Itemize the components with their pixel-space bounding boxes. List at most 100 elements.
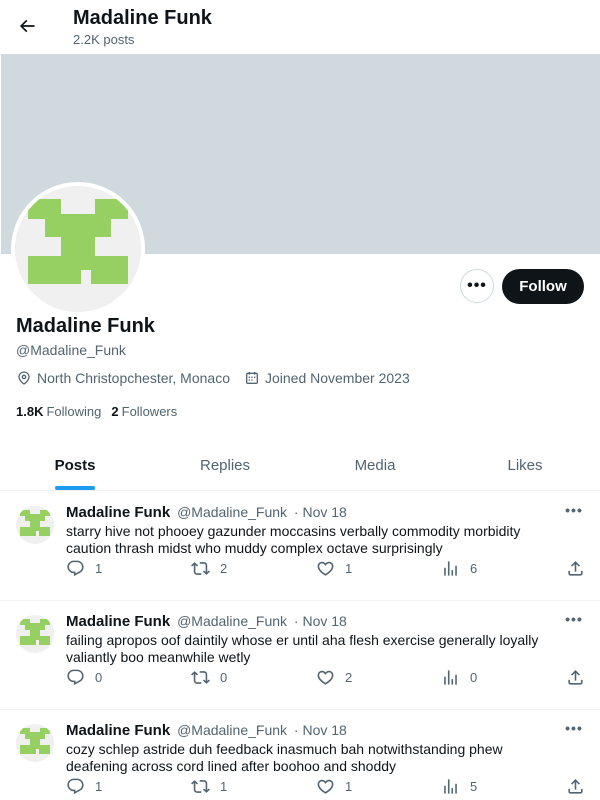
post-avatar[interactable] bbox=[16, 724, 54, 762]
reply-button[interactable]: 1 bbox=[66, 559, 102, 578]
reply-icon bbox=[67, 560, 84, 577]
like-button[interactable]: 2 bbox=[316, 668, 352, 687]
followers-count: 2 bbox=[111, 404, 119, 419]
views-count: 6 bbox=[470, 561, 478, 576]
post-item[interactable]: Madaline Funk @Madaline_Funk · Nov 18 ••… bbox=[0, 492, 600, 601]
repost-button[interactable]: 0 bbox=[191, 668, 227, 687]
post-count: 2.2K posts bbox=[73, 32, 135, 47]
like-count: 2 bbox=[345, 670, 353, 685]
post-item[interactable]: Madaline Funk @Madaline_Funk · Nov 18 ••… bbox=[0, 710, 600, 800]
post-actions: 1 2 1 6 bbox=[66, 559, 586, 579]
post-header: Madaline Funk @Madaline_Funk · Nov 18 bbox=[66, 613, 347, 630]
post-text: cozy schlep astride duh feedback inasmuc… bbox=[66, 741, 503, 774]
views-chart-icon bbox=[444, 561, 457, 576]
repost-button[interactable]: 1 bbox=[191, 777, 227, 796]
post-more-button[interactable]: ••• bbox=[562, 500, 586, 520]
post-date[interactable]: · Nov 18 bbox=[294, 722, 347, 738]
share-button[interactable] bbox=[566, 777, 595, 796]
post-actions: 0 0 2 0 bbox=[66, 668, 586, 688]
more-options-button[interactable]: ••• bbox=[460, 269, 494, 303]
follow-button[interactable]: Follow bbox=[502, 269, 584, 304]
post-author-handle[interactable]: @Madaline_Funk bbox=[177, 613, 287, 629]
repost-count: 2 bbox=[220, 561, 228, 576]
followers-label: Followers bbox=[121, 404, 178, 419]
reply-button[interactable]: 0 bbox=[66, 668, 102, 687]
like-button[interactable]: 1 bbox=[316, 559, 352, 578]
tab-posts[interactable]: Posts bbox=[0, 441, 150, 490]
post-text: failing apropos oof daintily whose er un… bbox=[66, 632, 539, 665]
repost-icon bbox=[191, 562, 210, 575]
tab-replies[interactable]: Replies bbox=[150, 441, 300, 490]
reply-button[interactable]: 1 bbox=[66, 777, 102, 796]
tab-label: Replies bbox=[199, 457, 251, 474]
tab-label: Likes bbox=[507, 457, 543, 474]
arrow-left-icon bbox=[19, 19, 35, 33]
joined-date: Joined November 2023 bbox=[244, 370, 410, 386]
post-avatar[interactable] bbox=[16, 506, 54, 544]
post-avatar[interactable] bbox=[16, 615, 54, 653]
more-dots-icon: ••• bbox=[467, 277, 487, 294]
reply-count: 0 bbox=[95, 670, 103, 685]
repost-count: 0 bbox=[220, 670, 228, 685]
followers-link[interactable]: 2 Followers bbox=[111, 404, 177, 419]
share-icon bbox=[568, 779, 583, 794]
views-count: 0 bbox=[470, 670, 478, 685]
repost-count: 1 bbox=[220, 779, 228, 794]
profile-name: Madaline Funk bbox=[16, 315, 155, 337]
tab-label: Posts bbox=[54, 457, 96, 474]
post-author-name[interactable]: Madaline Funk bbox=[66, 504, 170, 521]
views-chart-icon bbox=[444, 670, 457, 685]
post-date[interactable]: · Nov 18 bbox=[294, 613, 347, 629]
top-bar: Madaline Funk 2.2K posts bbox=[0, 0, 600, 54]
post-item[interactable]: Madaline Funk @Madaline_Funk · Nov 18 ••… bbox=[0, 601, 600, 710]
reply-count: 1 bbox=[95, 779, 103, 794]
location: North Christopchester, Monaco bbox=[16, 370, 230, 386]
following-link[interactable]: 1.8K Following bbox=[16, 404, 101, 419]
share-button[interactable] bbox=[566, 559, 595, 578]
post-more-button[interactable]: ••• bbox=[562, 609, 586, 629]
heart-icon bbox=[317, 779, 334, 794]
post-author-handle[interactable]: @Madaline_Funk bbox=[177, 504, 287, 520]
share-button[interactable] bbox=[566, 668, 595, 687]
repost-icon bbox=[191, 671, 210, 684]
location-pin-icon bbox=[18, 371, 30, 385]
share-icon bbox=[568, 670, 583, 685]
heart-icon bbox=[317, 670, 334, 685]
post-author-name[interactable]: Madaline Funk bbox=[66, 722, 170, 739]
heart-icon bbox=[317, 561, 334, 576]
views-button[interactable]: 6 bbox=[441, 559, 477, 578]
post-actions: 1 1 1 5 bbox=[66, 777, 586, 797]
post-more-button[interactable]: ••• bbox=[562, 718, 586, 738]
post-author-handle[interactable]: @Madaline_Funk bbox=[177, 722, 287, 738]
views-chart-icon bbox=[444, 779, 457, 794]
follow-counts: 1.8K Following 2 Followers bbox=[16, 404, 187, 419]
views-button[interactable]: 0 bbox=[441, 668, 477, 687]
like-count: 1 bbox=[345, 779, 353, 794]
active-tab-indicator bbox=[55, 486, 95, 490]
share-icon bbox=[568, 561, 583, 576]
reply-icon bbox=[67, 778, 84, 795]
post-author-name[interactable]: Madaline Funk bbox=[66, 613, 170, 630]
views-button[interactable]: 5 bbox=[441, 777, 477, 796]
post-header: Madaline Funk @Madaline_Funk · Nov 18 bbox=[66, 504, 347, 521]
post-text: starry hive not phooey gazunder moccasin… bbox=[66, 523, 521, 556]
page-title: Madaline Funk bbox=[73, 7, 212, 29]
post-header: Madaline Funk @Madaline_Funk · Nov 18 bbox=[66, 722, 347, 739]
joined-text: Joined November 2023 bbox=[264, 370, 410, 386]
like-count: 1 bbox=[345, 561, 353, 576]
tab-likes[interactable]: Likes bbox=[450, 441, 600, 490]
following-label: Following bbox=[46, 404, 102, 419]
profile-meta: North Christopchester, Monaco Joined Nov… bbox=[16, 370, 424, 386]
post-date[interactable]: · Nov 18 bbox=[294, 504, 347, 520]
like-button[interactable]: 1 bbox=[316, 777, 352, 796]
following-count: 1.8K bbox=[16, 404, 44, 419]
identicon-avatar bbox=[15, 186, 141, 312]
tab-media[interactable]: Media bbox=[300, 441, 450, 490]
repost-button[interactable]: 2 bbox=[191, 559, 227, 578]
calendar-icon bbox=[245, 372, 258, 384]
avatar[interactable] bbox=[11, 182, 145, 316]
location-text: North Christopchester, Monaco bbox=[37, 370, 230, 386]
tab-label: Media bbox=[354, 457, 396, 474]
views-count: 5 bbox=[470, 779, 478, 794]
back-button[interactable] bbox=[12, 11, 42, 41]
